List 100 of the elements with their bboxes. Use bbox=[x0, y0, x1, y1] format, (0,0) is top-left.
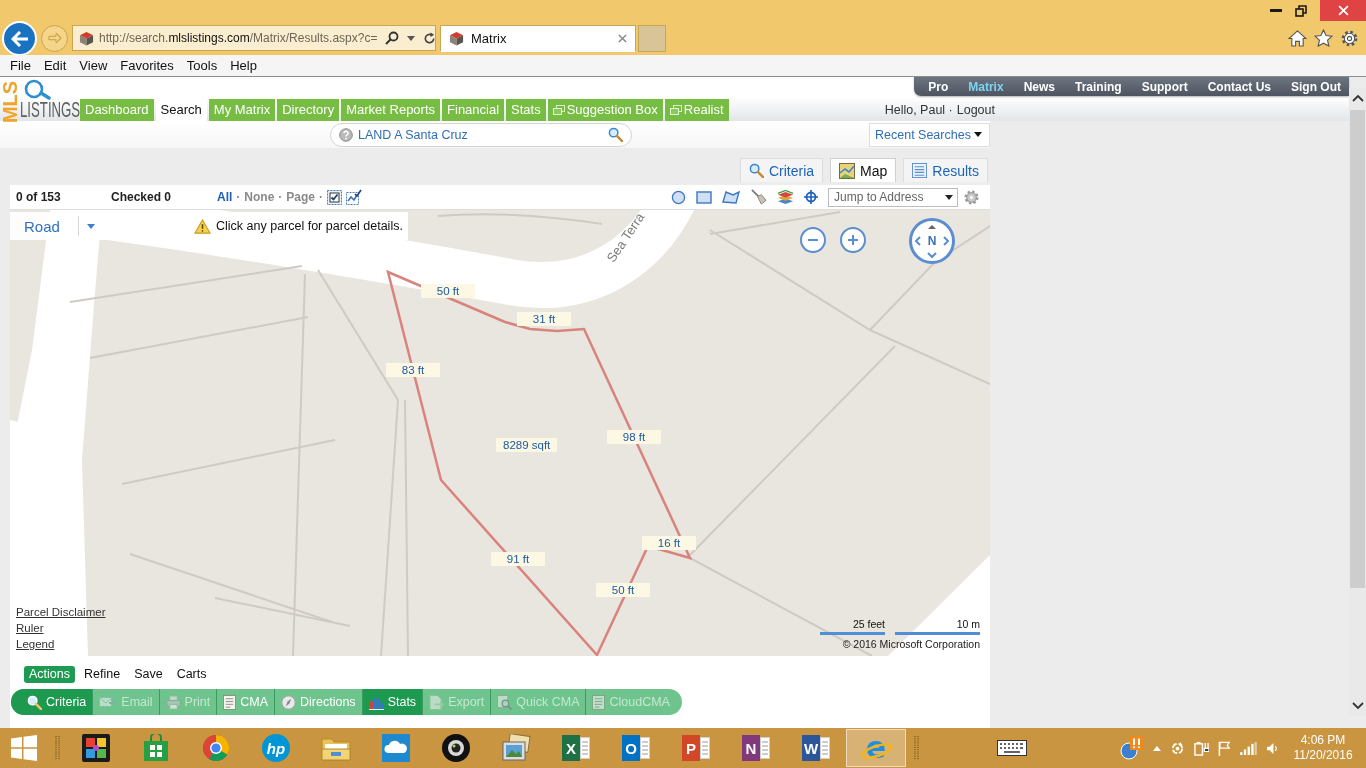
utility-nav-link[interactable]: News bbox=[1023, 79, 1055, 94]
select-link[interactable]: All bbox=[217, 190, 233, 204]
zoom-in-button[interactable] bbox=[840, 227, 866, 253]
start-icon[interactable] bbox=[11, 735, 37, 761]
settings-icon[interactable] bbox=[1340, 28, 1359, 48]
recent-searches-dropdown[interactable]: Recent Searches bbox=[869, 122, 990, 147]
jump-to-address-field[interactable]: Jump to Address bbox=[828, 187, 958, 207]
saved-search-name[interactable]: LAND A Santa Cruz bbox=[358, 127, 603, 142]
rectangle-select-icon[interactable] bbox=[696, 190, 712, 204]
grip-icon[interactable] bbox=[55, 735, 60, 761]
menu-item[interactable]: Help bbox=[230, 58, 257, 73]
zoom-out-button[interactable] bbox=[800, 227, 826, 253]
menu-item[interactable]: Tools bbox=[186, 58, 218, 73]
taskbar-button[interactable]: hp bbox=[246, 729, 306, 767]
taskbar-button[interactable]: O bbox=[606, 729, 666, 767]
address-field[interactable]: http://search.mlslistings.com/Matrix/Results.aspx?c= bbox=[72, 25, 436, 51]
flag-icon[interactable] bbox=[1218, 740, 1231, 756]
layers-icon[interactable] bbox=[777, 189, 794, 205]
right-arrow-icon bbox=[47, 32, 62, 44]
taskbar-button[interactable]: N bbox=[726, 729, 786, 767]
logout-link[interactable]: Logout bbox=[956, 103, 995, 117]
action-button[interactable]: Stats bbox=[362, 689, 424, 715]
magnifier-icon bbox=[24, 79, 51, 101]
document-icon bbox=[580, 737, 590, 759]
checkbox-icon[interactable] bbox=[327, 189, 343, 205]
logo-mark: MLS bbox=[0, 80, 21, 124]
refresh-icon[interactable] bbox=[423, 31, 437, 45]
menu-item[interactable]: File bbox=[10, 58, 31, 73]
close-tab-icon[interactable] bbox=[618, 34, 627, 43]
document-arrow-icon bbox=[429, 694, 445, 710]
close-button[interactable] bbox=[1320, 0, 1366, 21]
view-tab[interactable]: Results bbox=[903, 158, 988, 182]
parcel-dimension-label: 50 ft bbox=[421, 284, 475, 298]
crosshair-icon[interactable] bbox=[804, 190, 818, 204]
keyboard-icon[interactable] bbox=[997, 740, 1027, 756]
separator-dot: · bbox=[278, 190, 283, 204]
nav-tab[interactable]: Search bbox=[155, 99, 207, 121]
quick-search-field[interactable]: LAND A Santa Cruz bbox=[330, 122, 632, 147]
search-icon bbox=[748, 163, 764, 178]
sync-icon[interactable] bbox=[1170, 740, 1185, 756]
taskbar-button[interactable]: X bbox=[546, 729, 606, 767]
utility-nav-link[interactable]: Sign Out bbox=[1291, 79, 1341, 94]
greeting-text: Hello, Paul · bbox=[884, 103, 953, 117]
speaker-icon[interactable] bbox=[1266, 741, 1279, 755]
scale-bar bbox=[820, 632, 885, 635]
grip-icon[interactable] bbox=[914, 735, 919, 761]
menu-item[interactable]: Favorites bbox=[120, 58, 174, 73]
copyright-text: © 2016 Microsoft Corporation bbox=[842, 638, 980, 651]
document-magnifier-icon bbox=[497, 694, 513, 710]
caret-icon[interactable] bbox=[945, 194, 953, 200]
polygon-select-icon[interactable] bbox=[722, 190, 740, 204]
back-button[interactable] bbox=[2, 21, 37, 56]
taskbar-button[interactable]: P bbox=[666, 729, 726, 767]
help-icon[interactable] bbox=[339, 127, 353, 142]
menu-item[interactable]: View bbox=[79, 58, 108, 73]
utility-nav-link[interactable]: Matrix bbox=[968, 79, 1004, 94]
view-tab[interactable]: Map bbox=[830, 158, 897, 182]
battery-plug-icon[interactable] bbox=[1194, 740, 1209, 756]
map-link[interactable]: Parcel Disclaimer bbox=[16, 605, 106, 620]
alert-badge-icon[interactable] bbox=[1120, 736, 1144, 760]
search-icon[interactable] bbox=[385, 31, 400, 45]
document-icon bbox=[820, 737, 830, 759]
browser-tab[interactable]: Matrix bbox=[440, 25, 636, 52]
select-link[interactable]: None bbox=[244, 190, 275, 204]
caret-icon[interactable] bbox=[407, 35, 416, 41]
map-style-dropdown[interactable]: Road bbox=[10, 212, 105, 240]
parcel-dimension-label: 16 ft bbox=[642, 536, 696, 550]
list-icon bbox=[912, 163, 928, 178]
restore-icon[interactable] bbox=[1295, 4, 1307, 17]
cloud-tile-icon bbox=[382, 734, 410, 762]
action-tab[interactable]: Save bbox=[129, 666, 168, 683]
circle-select-icon[interactable] bbox=[671, 189, 686, 205]
up-caret-icon[interactable] bbox=[1153, 745, 1161, 751]
taskbar-button[interactable]: W bbox=[786, 729, 846, 767]
compass-button[interactable]: N bbox=[909, 218, 955, 264]
puzzle-tile-icon bbox=[82, 734, 110, 762]
scale-label: 25 feet bbox=[851, 618, 885, 631]
map-icon bbox=[839, 162, 856, 179]
home-icon[interactable] bbox=[1288, 29, 1307, 47]
utility-nav-link[interactable]: Training bbox=[1075, 79, 1122, 94]
parcel-outline[interactable] bbox=[386, 269, 693, 656]
scrollbar-thumb[interactable] bbox=[1350, 110, 1365, 588]
view-tab[interactable]: Criteria bbox=[739, 158, 824, 182]
select-link[interactable]: Page bbox=[286, 190, 316, 204]
parcel-dimension-label: 50 ft bbox=[596, 583, 650, 597]
signal-bars-icon[interactable] bbox=[1240, 741, 1257, 755]
action-tab[interactable]: Carts bbox=[171, 666, 212, 683]
utility-nav-link[interactable]: Support bbox=[1141, 79, 1188, 94]
menu-item[interactable]: Edit bbox=[43, 58, 67, 73]
pan-arrows-icon bbox=[914, 223, 950, 259]
map-link[interactable]: Ruler bbox=[16, 621, 44, 636]
broom-icon[interactable] bbox=[750, 189, 767, 205]
action-tab[interactable]: Actions bbox=[24, 666, 75, 683]
utility-nav-link[interactable]: Pro bbox=[928, 79, 949, 94]
action-tab[interactable]: Refine bbox=[79, 666, 126, 683]
url-text: http://search.mlslistings.com/Matrix/Results.aspx?c= bbox=[99, 31, 378, 45]
star-icon[interactable] bbox=[1314, 29, 1333, 47]
map-link[interactable]: Legend bbox=[16, 637, 55, 652]
action-button[interactable]: Criteria bbox=[11, 689, 94, 715]
utility-nav-link[interactable]: Contact Us bbox=[1207, 79, 1271, 94]
